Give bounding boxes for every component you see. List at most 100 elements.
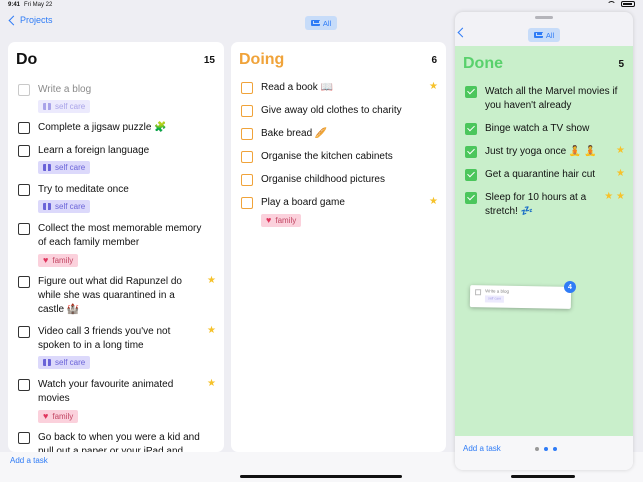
page-dot	[535, 447, 539, 451]
page-indicator[interactable]	[535, 447, 557, 451]
task-checkbox-checked[interactable]	[465, 169, 477, 181]
tray-icon	[310, 20, 320, 26]
task-item[interactable]: Go back to when you were a kid and pull …	[8, 431, 224, 452]
status-date: Fri May 22	[24, 2, 53, 8]
task-text: Bake bread 🥖	[261, 128, 328, 139]
task-text: Sleep for 10 hours at a stretch! 💤	[485, 192, 587, 217]
panel-filter-all-button[interactable]: All	[528, 28, 560, 42]
task-checkbox[interactable]	[18, 223, 30, 235]
filter-label: All	[322, 18, 332, 28]
task-item[interactable]: Play a board game ♥ family ★	[231, 196, 446, 228]
task-checkbox[interactable]	[18, 379, 30, 391]
task-checkbox[interactable]	[241, 197, 253, 209]
preview-text: Write a blog	[485, 288, 510, 294]
add-task-button[interactable]: Add a task	[10, 456, 48, 465]
star-icon: ★	[429, 196, 438, 207]
tag-self-care: self care	[38, 356, 91, 369]
star-icon: ★	[616, 145, 625, 156]
task-item[interactable]: Give away old clothes to charity	[231, 104, 446, 118]
tag-family: ♥ family	[38, 254, 79, 267]
star-icon: ★	[207, 325, 216, 336]
task-checkbox[interactable]	[18, 145, 30, 157]
task-checkbox[interactable]	[18, 184, 30, 196]
task-text: Organise childhood pictures	[261, 174, 385, 185]
star-icon: ★ ★	[604, 191, 625, 202]
tag-family: ♥ family	[261, 214, 302, 227]
column-doing: Doing 6 Read a book 📖 ★ Give away old cl…	[231, 42, 446, 452]
filter-all-button[interactable]: All	[305, 16, 337, 30]
task-checkbox[interactable]	[18, 276, 30, 288]
task-item[interactable]: Organise childhood pictures	[231, 173, 446, 187]
column-done: Done 5 Watch all the Marvel movies if yo…	[455, 46, 633, 436]
task-checkbox-checked[interactable]	[465, 86, 477, 98]
task-checkbox[interactable]	[241, 105, 253, 117]
star-icon: ★	[616, 168, 625, 179]
column-header: Do 15	[8, 42, 224, 69]
battery-icon	[621, 1, 635, 7]
heart-icon: ♥	[43, 411, 49, 421]
task-checkbox[interactable]	[18, 432, 30, 444]
task-checkbox[interactable]	[18, 326, 30, 338]
task-item[interactable]: Watch all the Marvel movies if you haven…	[455, 85, 633, 113]
panel-back-button[interactable]	[457, 27, 469, 38]
chevron-left-icon	[8, 15, 19, 25]
task-item[interactable]: Sleep for 10 hours at a stretch! 💤 ★ ★	[455, 191, 633, 219]
column-count: 5	[618, 58, 624, 70]
task-item[interactable]: Write a blog self care	[8, 83, 224, 115]
task-item[interactable]: Figure out what did Rapunzel do while sh…	[8, 275, 224, 317]
task-item[interactable]: Binge watch a TV show	[455, 122, 633, 136]
gift-icon	[43, 203, 51, 210]
heart-icon: ♥	[266, 215, 272, 225]
task-item[interactable]: Get a quarantine hair cut ★	[455, 168, 633, 182]
task-checkbox-checked[interactable]	[465, 192, 477, 204]
task-checkbox[interactable]	[241, 82, 253, 94]
page-dot-active	[553, 447, 557, 451]
task-item[interactable]: Read a book 📖 ★	[231, 81, 446, 95]
status-indicators	[607, 1, 635, 7]
column-count: 15	[203, 54, 215, 66]
slide-over-panel: All Done 5 Watch all the Marvel movies i…	[455, 12, 633, 470]
task-item[interactable]: Learn a foreign language self care	[8, 144, 224, 176]
column-header: Doing 6	[231, 42, 446, 69]
task-item[interactable]: Just try yoga once 🧘 🧘 ★	[455, 145, 633, 159]
panel-grabber[interactable]	[535, 16, 553, 19]
task-checkbox[interactable]	[241, 128, 253, 140]
drag-count-badge: 4	[564, 281, 576, 293]
panel-bottom-toolbar: Add a task	[455, 436, 633, 470]
task-item[interactable]: Bake bread 🥖	[231, 127, 446, 141]
chevron-left-icon	[457, 27, 468, 38]
task-text: Read a book 📖	[261, 82, 333, 93]
task-checkbox-checked[interactable]	[465, 146, 477, 158]
task-text: Get a quarantine hair cut	[485, 169, 596, 180]
task-text: Figure out what did Rapunzel do while sh…	[38, 276, 182, 315]
task-text: Binge watch a TV show	[485, 123, 590, 134]
task-text: Learn a foreign language	[38, 145, 150, 156]
wifi-icon	[607, 1, 616, 7]
projects-back-button[interactable]: Projects	[8, 15, 53, 25]
task-checkbox-checked[interactable]	[465, 123, 477, 135]
tray-icon	[533, 32, 543, 38]
column-do: Do 15 Write a blog self care Complete a …	[8, 42, 224, 452]
tag-family: ♥ family	[38, 410, 79, 423]
tag-self-care: self care	[38, 100, 91, 113]
task-item[interactable]: Try to meditate once self care	[8, 183, 224, 215]
task-checkbox[interactable]	[241, 174, 253, 186]
task-checkbox[interactable]	[18, 84, 30, 96]
panel-add-task-button[interactable]: Add a task	[463, 444, 501, 453]
task-item[interactable]: Watch your favourite animated movies ♥ fa…	[8, 378, 224, 424]
task-item[interactable]: Organise the kitchen cabinets	[231, 150, 446, 164]
task-item[interactable]: Complete a jigsaw puzzle 🧩	[8, 121, 224, 135]
task-item[interactable]: Collect the most memorable memory of eac…	[8, 222, 224, 268]
gift-icon	[43, 164, 51, 171]
task-checkbox[interactable]	[18, 122, 30, 134]
status-bar: 9:41 Fri May 22	[0, 0, 643, 10]
dragged-task-preview[interactable]: Write a blog self care	[469, 285, 572, 309]
task-checkbox[interactable]	[241, 151, 253, 163]
task-item[interactable]: Video call 3 friends you've not spoken t…	[8, 325, 224, 371]
page-dot-active	[544, 447, 548, 451]
task-text: Play a board game	[261, 197, 345, 208]
star-icon: ★	[207, 378, 216, 389]
gift-icon	[43, 103, 51, 110]
column-count: 6	[431, 54, 437, 66]
tag-self-care: self care	[38, 200, 91, 213]
